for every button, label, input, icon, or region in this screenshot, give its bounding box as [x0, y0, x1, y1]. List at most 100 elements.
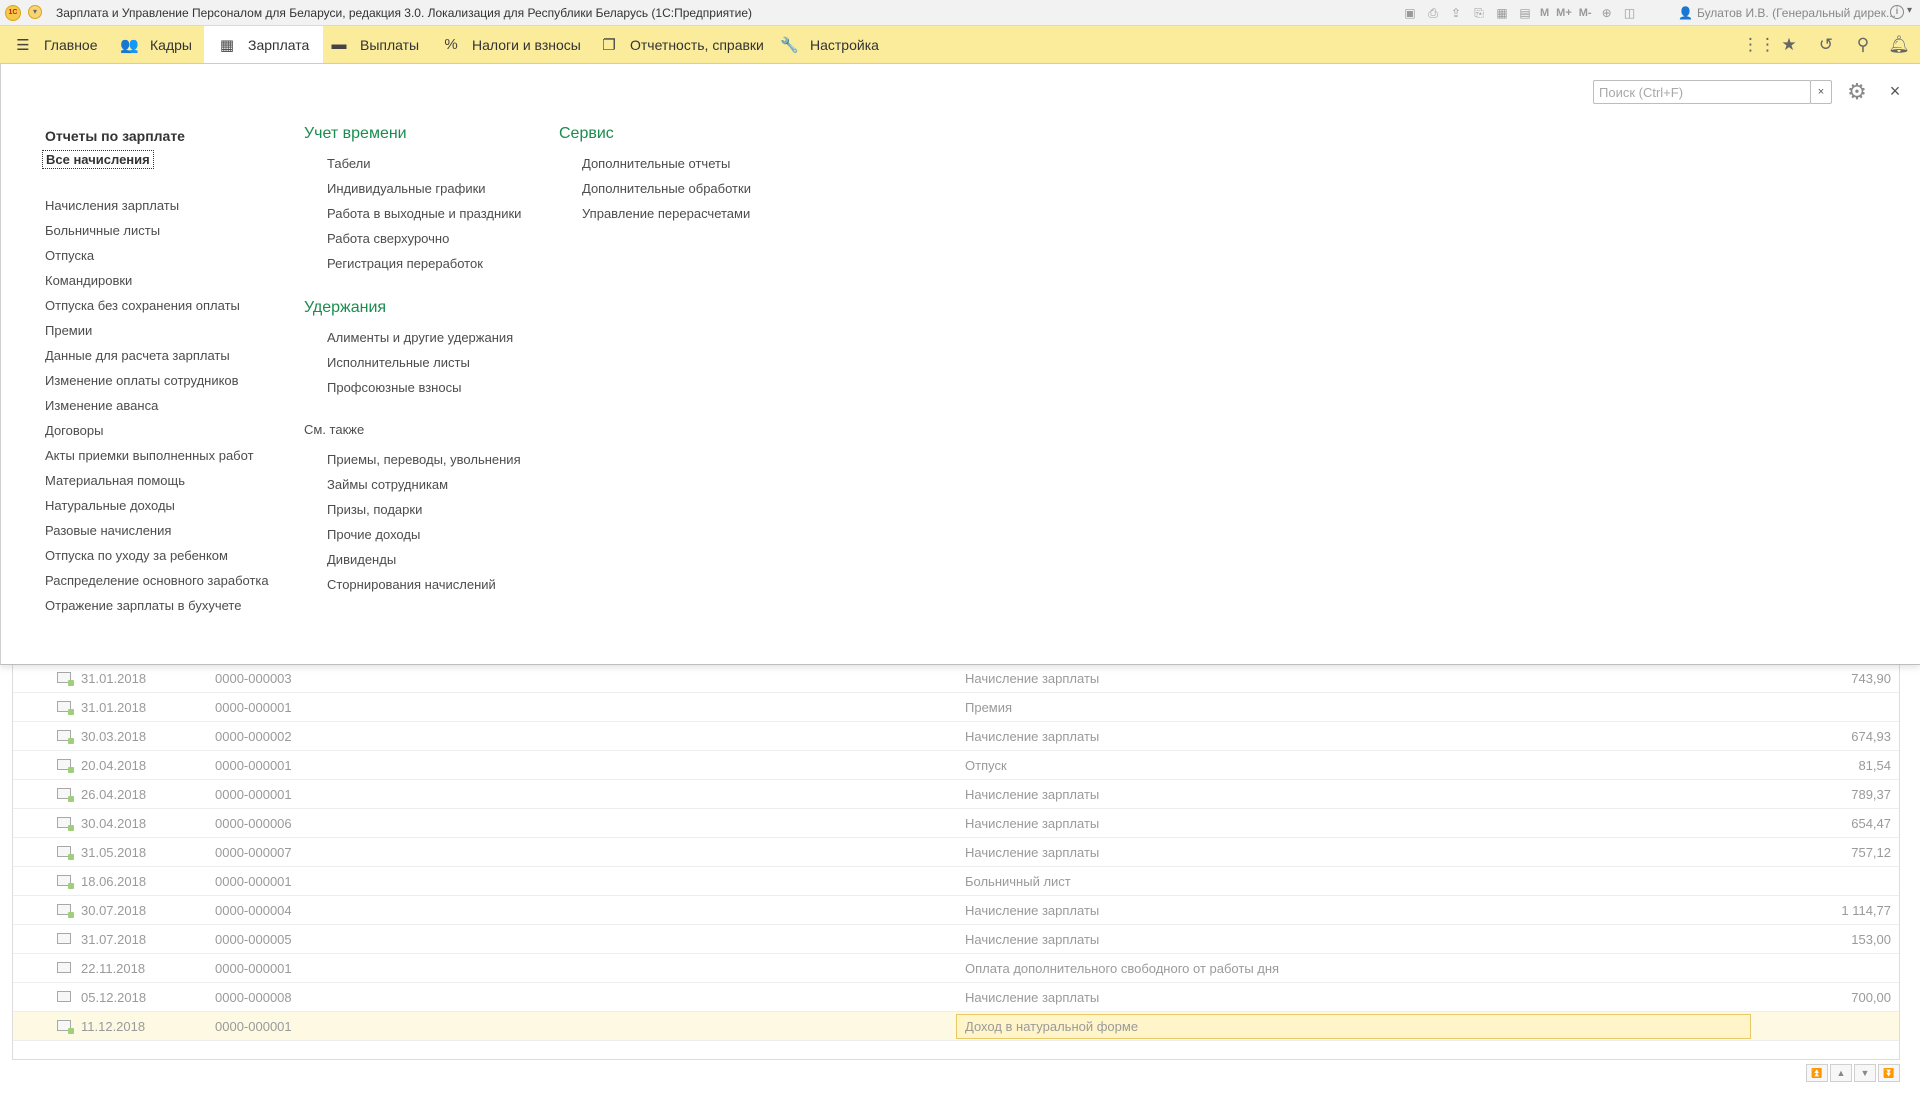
panel-link[interactable]: Натуральные доходы	[45, 498, 175, 513]
row-number: 0000-000001	[215, 758, 292, 773]
panel-link[interactable]: Данные для расчета зарплаты	[45, 348, 230, 363]
row-number: 0000-000002	[215, 729, 292, 744]
panel-link[interactable]: Регистрация переработок	[327, 256, 483, 271]
panel-link[interactable]: Изменение оплаты сотрудников	[45, 373, 239, 388]
panel-link[interactable]: Прочие доходы	[327, 527, 420, 542]
document-unposted-icon	[57, 991, 71, 1002]
user-name: Булатов И.В. (Генеральный дирек...	[1696, 6, 1896, 20]
all-functions-icon[interactable]: ⋮⋮	[1742, 35, 1776, 55]
title-bar: 1С ▾ Зарплата и Управление Персоналом дл…	[0, 0, 1920, 26]
save-icon[interactable]: ▣	[1402, 5, 1418, 21]
table-row[interactable]: 30.04.2018 0000-000006 Начисление зарпла…	[13, 809, 1899, 838]
panel-link[interactable]: Премии	[45, 323, 92, 338]
panel-link[interactable]: Отпуска	[45, 248, 94, 263]
notifications-bell-icon[interactable]: 🔔︎	[1888, 35, 1910, 55]
panel-link[interactable]: Профсоюзные взносы	[327, 380, 461, 395]
main-menu-dropdown-icon[interactable]: ▾	[28, 5, 42, 19]
app-logo-icon[interactable]: 1С	[5, 5, 21, 21]
section-main[interactable]: ☰ Главное	[0, 26, 112, 63]
link-all-accruals[interactable]: Все начисления	[42, 150, 154, 169]
chevron-down-icon[interactable]: ▾	[1907, 5, 1912, 16]
panel-link[interactable]: Дополнительные обработки	[582, 181, 751, 196]
favorites-star-icon[interactable]: ★	[1778, 35, 1800, 55]
section-taxes[interactable]: % Налоги и взносы	[428, 26, 595, 63]
panel-link[interactable]: Исполнительные листы	[327, 355, 470, 370]
panel-link[interactable]: Отпуска по уходу за ребенком	[45, 548, 228, 563]
row-kind: Начисление зарплаты	[965, 990, 1100, 1005]
row-kind: Начисление зарплаты	[965, 816, 1100, 831]
section-hr[interactable]: 👥 Кадры	[106, 26, 206, 63]
memory-minus-button[interactable]: M-	[1579, 5, 1592, 21]
search-clear-button[interactable]: ×	[1810, 80, 1832, 104]
panel-link[interactable]: Займы сотрудникам	[327, 477, 448, 492]
table-row[interactable]: 31.01.2018 0000-000003 Начисление зарпла…	[13, 664, 1899, 693]
panel-link[interactable]: Алименты и другие удержания	[327, 330, 513, 345]
panel-link[interactable]: Больничные листы	[45, 223, 160, 238]
section-payments[interactable]: ▬ Выплаты	[316, 26, 433, 63]
group-heading-time: Учет времени	[304, 125, 407, 142]
panel-link[interactable]: Призы, подарки	[327, 502, 422, 517]
table-row[interactable]: 31.05.2018 0000-000007 Начисление зарпла…	[13, 838, 1899, 867]
group-heading-see-also: См. также	[304, 422, 365, 437]
spreadsheet-icon[interactable]: ▦	[1494, 5, 1510, 21]
panel-link[interactable]: Управление перерасчетами	[582, 206, 750, 221]
scroll-up-icon[interactable]: ▲	[1830, 1064, 1852, 1082]
row-kind[interactable]: Доход в натуральной форме	[965, 1019, 1138, 1034]
table-row[interactable]: 20.04.2018 0000-000001 Отпуск 81,54	[13, 751, 1899, 780]
table-row[interactable]: 05.12.2018 0000-000008 Начисление зарпла…	[13, 983, 1899, 1012]
panel-link[interactable]: Дивиденды	[327, 552, 396, 567]
history-icon[interactable]: ↺	[1815, 35, 1837, 55]
panel-link[interactable]: Материальная помощь	[45, 473, 185, 488]
current-user[interactable]: 👤 Булатов И.В. (Генеральный дирек...	[1678, 6, 1896, 20]
row-date: 20.04.2018	[81, 758, 147, 773]
section-salary[interactable]: ▦ Зарплата	[204, 26, 324, 63]
scroll-down-icon[interactable]: ▼	[1854, 1064, 1876, 1082]
panel-link[interactable]: Договоры	[45, 423, 103, 438]
search-icon[interactable]: ⚲	[1852, 35, 1874, 55]
table-row[interactable]: 31.01.2018 0000-000001 Премия	[13, 693, 1899, 722]
print-icon[interactable]: ⎙	[1425, 5, 1441, 21]
panel-link[interactable]: Отпуска без сохранения оплаты	[45, 298, 240, 313]
memory-button[interactable]: M	[1540, 5, 1549, 21]
list-navigation: ⏫ ▲ ▼ ⏬	[1804, 1064, 1900, 1082]
panel-link[interactable]: Дополнительные отчеты	[582, 156, 730, 171]
calendar-icon[interactable]: ▤	[1517, 5, 1533, 21]
row-kind: Оплата дополнительного свободного от раб…	[965, 961, 1280, 976]
info-icon[interactable]: i	[1890, 5, 1904, 19]
panel-link[interactable]: Работа сверхурочно	[327, 231, 449, 246]
scroll-top-icon[interactable]: ⏫	[1806, 1064, 1828, 1082]
panel-link[interactable]: Изменение аванса	[45, 398, 158, 413]
panel-link[interactable]: Приемы, переводы, увольнения	[327, 452, 521, 467]
panel-link[interactable]: Разовые начисления	[45, 523, 171, 538]
panel-link[interactable]: Отражение зарплаты в бухучете	[45, 598, 241, 613]
panel-link[interactable]: Акты приемки выполненных работ	[45, 448, 254, 463]
panel-link[interactable]: Начисления зарплаты	[45, 198, 179, 213]
window-layout-icon[interactable]: ◫	[1622, 5, 1638, 21]
panel-link[interactable]: Работа в выходные и праздники	[327, 206, 521, 221]
memory-plus-button[interactable]: M+	[1556, 5, 1572, 21]
table-row[interactable]: 31.07.2018 0000-000005 Начисление зарпла…	[13, 925, 1899, 954]
scroll-bottom-icon[interactable]: ⏬	[1878, 1064, 1900, 1082]
panel-link[interactable]: Индивидуальные графики	[327, 181, 486, 196]
table-row[interactable]: 18.06.2018 0000-000001 Больничный лист	[13, 867, 1899, 896]
section-reports[interactable]: ❐ Отчетность, справки	[586, 26, 778, 63]
upload-icon[interactable]: ⇪	[1448, 5, 1464, 21]
row-date: 26.04.2018	[81, 787, 147, 802]
panel-link[interactable]: Сторнирования начислений	[327, 577, 496, 592]
panel-link[interactable]: Табели	[327, 156, 371, 171]
zoom-icon[interactable]: ⊕	[1599, 5, 1615, 21]
table-row-selected[interactable]: 11.12.2018 0000-000001 Доход в натуральн…	[13, 1012, 1899, 1041]
table-row[interactable]: 26.04.2018 0000-000001 Начисление зарпла…	[13, 780, 1899, 809]
close-panel-button[interactable]: ×	[1885, 80, 1905, 102]
print-preview-icon[interactable]: ⎘	[1471, 5, 1487, 21]
section-settings[interactable]: 🔧 Настройка	[766, 26, 893, 63]
panel-link[interactable]: Командировки	[45, 273, 132, 288]
row-number: 0000-000006	[215, 816, 292, 831]
table-row[interactable]: 22.11.2018 0000-000001 Оплата дополнител…	[13, 954, 1899, 983]
row-number: 0000-000001	[215, 961, 292, 976]
panel-link[interactable]: Распределение основного заработка	[45, 573, 269, 588]
gear-icon[interactable]: ⚙	[1844, 79, 1870, 105]
panel-search-input[interactable]	[1593, 80, 1811, 104]
table-row[interactable]: 30.03.2018 0000-000002 Начисление зарпла…	[13, 722, 1899, 751]
table-row[interactable]: 30.07.2018 0000-000004 Начисление зарпла…	[13, 896, 1899, 925]
